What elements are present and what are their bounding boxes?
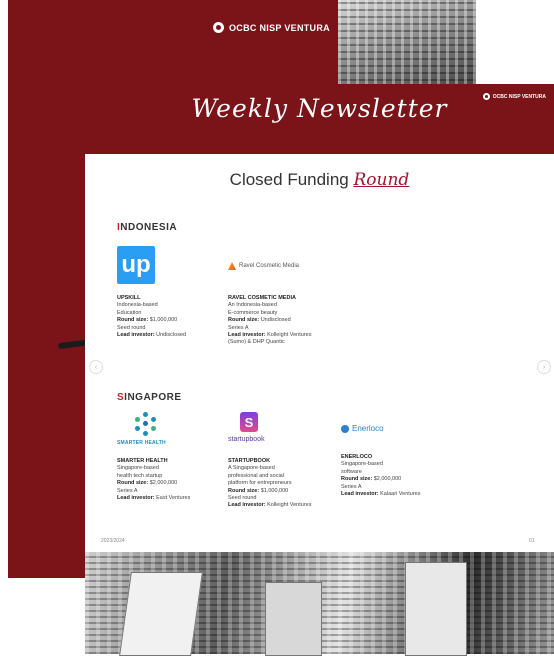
ventura-logo-icon [482, 93, 490, 100]
company-name: STARTUPBOOK [228, 458, 271, 464]
prev-page-arrow[interactable]: ‹ [89, 360, 103, 374]
company-card-ravel: RAVEL COSMETIC MEDIA An Indonesia-based … [228, 295, 333, 347]
company-line: E-commerce beauty [228, 309, 278, 316]
company-name: ENERLOCO [341, 454, 373, 460]
company-line: Singapore-based [117, 465, 159, 472]
round-label: Round size: [117, 480, 149, 487]
company-card-smarter-health: SMARTER HEALTH Singapore-based health te… [117, 458, 212, 502]
lead-value: Undisclosed [156, 332, 187, 339]
ravel-logo: Ravel Cosmetic Media [228, 262, 299, 270]
front-newsletter-page: Closed Funding Round INDONESIA up UPSKIL… [85, 154, 554, 552]
upskill-logo: up [117, 246, 155, 284]
round-value: $1,000,000 [149, 317, 178, 324]
company-line: health tech startup [117, 472, 163, 479]
company-card-startupbook: STARTUPBOOK A Singapore-based profession… [228, 458, 338, 510]
round-stage: Series A [341, 483, 362, 490]
city-photo-top [338, 0, 476, 95]
round-value: $1,000,000 [260, 487, 289, 494]
company-line: Indonesia-based [117, 302, 158, 309]
lead-label: Lead investor: [117, 332, 155, 339]
company-name: SMARTER HEALTH [117, 458, 168, 464]
back-logo-text: OCBC NISP VENTURA [229, 22, 330, 33]
round-stage: Seed round [117, 324, 146, 331]
company-line: professional and social [228, 472, 284, 479]
heading-accent: Round [353, 170, 410, 190]
round-stage: Series A [228, 324, 249, 331]
company-line: Education [117, 309, 142, 316]
lead-label: Lead investor: [117, 495, 155, 502]
lead-label: Lead investor: [341, 491, 379, 498]
company-line: A Singapore-based [228, 465, 275, 472]
back-brand-logo: OCBC NISP VENTURA [213, 22, 330, 33]
lead-label: Lead investor: [228, 332, 266, 339]
ventura-logo-icon [213, 22, 224, 33]
company-name: UPSKILL [117, 295, 141, 301]
front-header-band: Weekly Newsletter OCBC NISP VENTURA [85, 84, 554, 154]
company-card-upskill: UPSKILL Indonesia-based Education Round … [117, 295, 212, 339]
company-line: An Indonesia-based [228, 302, 277, 309]
lead-value: Kolleight Ventures [267, 332, 312, 339]
ravel-logo-text: Ravel Cosmetic Media [239, 263, 300, 269]
heading-main: Closed Funding [229, 170, 349, 189]
next-page-arrow[interactable]: › [537, 360, 551, 374]
lead-extra: (Sumo) & DHP Quantic [228, 339, 285, 346]
round-label: Round size: [117, 317, 149, 324]
round-value: $2,000,000 [149, 480, 178, 487]
footer-date: 2023/2024 [101, 538, 125, 544]
enerloco-logo-icon [341, 424, 349, 433]
round-stage: Series A [117, 487, 138, 494]
company-line: platform for entrepreneurs [228, 480, 292, 487]
smarter-health-logo-icon [131, 412, 161, 438]
startupbook-logo-text: startupbook [228, 436, 265, 443]
front-logo-text: OCBC NISP VENTURA [492, 93, 546, 100]
smarter-health-logo-text: SMARTER HEALTH [117, 440, 166, 446]
round-stage: Seed round [228, 495, 257, 502]
country-rest: NDONESIA [120, 222, 178, 233]
startupbook-logo-icon: S [240, 412, 258, 432]
company-card-enerloco: ENERLOCO Singapore-based software Round … [341, 454, 436, 498]
lead-value: East Ventures [156, 495, 191, 502]
city-photo-bottom [85, 552, 554, 656]
round-value: $2,000,000 [373, 476, 402, 483]
company-name: RAVEL COSMETIC MEDIA [228, 295, 296, 301]
country-label-singapore: SINGAPORE [117, 392, 182, 403]
round-label: Round size: [228, 487, 260, 494]
front-brand-logo: OCBC NISP VENTURA [482, 93, 546, 100]
lead-value: Kalaari Ventures [380, 491, 421, 498]
company-line: software [341, 468, 362, 475]
round-label: Round size: [228, 317, 260, 324]
country-rest: INGAPORE [124, 392, 182, 403]
ravel-logo-icon [228, 262, 236, 270]
company-line: Singapore-based [341, 461, 383, 468]
country-label-indonesia: INDONESIA [117, 222, 177, 233]
lead-value: Kolleight Ventures [267, 502, 312, 509]
enerloco-logo: Enerloco [341, 424, 384, 433]
footer-page-number: 01 [529, 538, 535, 544]
enerloco-logo-text: Enerloco [352, 424, 384, 433]
round-label: Round size: [341, 476, 373, 483]
round-value: Undisclosed [260, 317, 291, 324]
section-heading: Closed Funding Round [85, 170, 554, 190]
lead-label: Lead investor: [228, 502, 266, 509]
